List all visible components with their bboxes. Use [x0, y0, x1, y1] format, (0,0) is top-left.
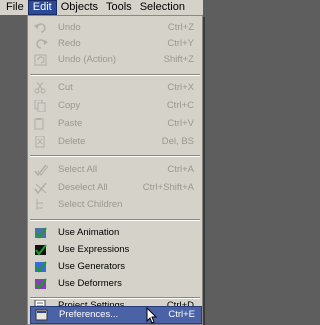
menu-item-copy[interactable]: Copy Ctrl+C — [28, 98, 202, 114]
menu-item-label: Use Animation — [58, 227, 120, 238]
animation-check-icon — [34, 227, 48, 239]
menu-item-cut[interactable]: Cut Ctrl+X — [28, 80, 202, 96]
menu-item-deselect-all[interactable]: Deselect All Ctrl+Shift+A — [28, 180, 202, 196]
menu-item-label: Delete — [58, 136, 86, 147]
menu-item-delete[interactable]: Delete Del, BS — [28, 134, 202, 150]
menu-item-shortcut: Ctrl+Shift+A — [142, 182, 194, 193]
deformers-check-icon — [34, 278, 48, 290]
scissors-icon — [34, 81, 48, 94]
menu-item-label: Use Expressions — [58, 244, 130, 255]
undo-action-icon — [34, 54, 48, 66]
menu-item-label: Undo (Action) — [58, 54, 117, 65]
menu-item-use-animation[interactable]: Use Animation — [28, 225, 202, 241]
menu-item-label: Select All — [58, 164, 98, 175]
menu-tools[interactable]: Tools — [102, 0, 136, 15]
menu-file[interactable]: File — [0, 0, 28, 15]
menu-item-redo[interactable]: Redo Ctrl+Y — [28, 36, 202, 52]
menu-item-shortcut: Ctrl+E — [168, 309, 195, 320]
menu-item-label: Use Deformers — [58, 278, 122, 289]
expressions-check-icon — [34, 244, 48, 256]
generators-check-icon — [34, 261, 48, 273]
menu-item-label: Select Children — [58, 199, 123, 210]
menu-item-use-generators[interactable]: Use Generators — [28, 259, 202, 275]
menu-item-use-deformers[interactable]: Use Deformers — [28, 276, 202, 292]
deselect-all-icon — [34, 182, 48, 195]
menu-separator — [30, 74, 200, 76]
menu-item-undo-action[interactable]: Undo (Action) Shift+Z — [28, 52, 202, 68]
menu-item-shortcut: Ctrl+Y — [167, 38, 194, 49]
menu-item-shortcut: Del, BS — [161, 136, 194, 147]
menu-item-shortcut: Ctrl+C — [166, 100, 194, 111]
menu-separator — [30, 219, 200, 221]
menu-item-use-expressions[interactable]: Use Expressions — [28, 242, 202, 258]
menu-objects[interactable]: Objects — [57, 0, 102, 15]
menu-separator — [30, 155, 200, 157]
mouse-cursor-icon — [146, 307, 158, 324]
menu-item-select-all[interactable]: Select All Ctrl+A — [28, 162, 202, 178]
menu-item-label: Redo — [58, 38, 81, 49]
menu-item-label: Paste — [58, 118, 83, 129]
undo-icon — [34, 22, 48, 34]
menu-item-shortcut: Shift+Z — [163, 54, 194, 65]
select-all-icon — [34, 164, 49, 177]
menu-item-label: Undo — [58, 22, 81, 33]
paste-icon — [34, 118, 48, 130]
background-panel — [0, 15, 27, 325]
menu-edit[interactable]: Edit — [27, 0, 57, 15]
menu-item-label: Use Generators — [58, 261, 126, 272]
menu-item-label: Deselect All — [58, 182, 108, 193]
menu-item-shortcut: Ctrl+X — [167, 82, 194, 93]
preferences-icon — [35, 309, 49, 321]
menu-item-undo[interactable]: Undo Ctrl+Z — [28, 20, 202, 36]
menu-bar: File Edit Objects Tools Selection — [0, 0, 203, 15]
menu-item-label: Preferences... — [59, 309, 119, 320]
menu-item-label: Copy — [58, 100, 81, 111]
menu-item-select-children[interactable]: Select Children — [28, 197, 202, 213]
select-children-icon — [34, 199, 48, 211]
menu-selection[interactable]: Selection — [136, 0, 189, 15]
menu-item-shortcut: Ctrl+V — [167, 118, 194, 129]
menu-item-preferences[interactable]: Preferences... Ctrl+E — [30, 306, 202, 324]
menu-item-shortcut: Ctrl+A — [167, 164, 194, 175]
edit-dropdown-menu: Undo Ctrl+Z Redo Ctrl+Y Undo (Action) Sh… — [27, 15, 203, 325]
copy-icon — [34, 99, 48, 113]
menu-item-shortcut: Ctrl+Z — [167, 22, 194, 33]
delete-icon — [34, 135, 48, 148]
menu-item-label: Cut — [58, 82, 73, 93]
menu-item-paste[interactable]: Paste Ctrl+V — [28, 116, 202, 132]
redo-icon — [34, 38, 48, 50]
